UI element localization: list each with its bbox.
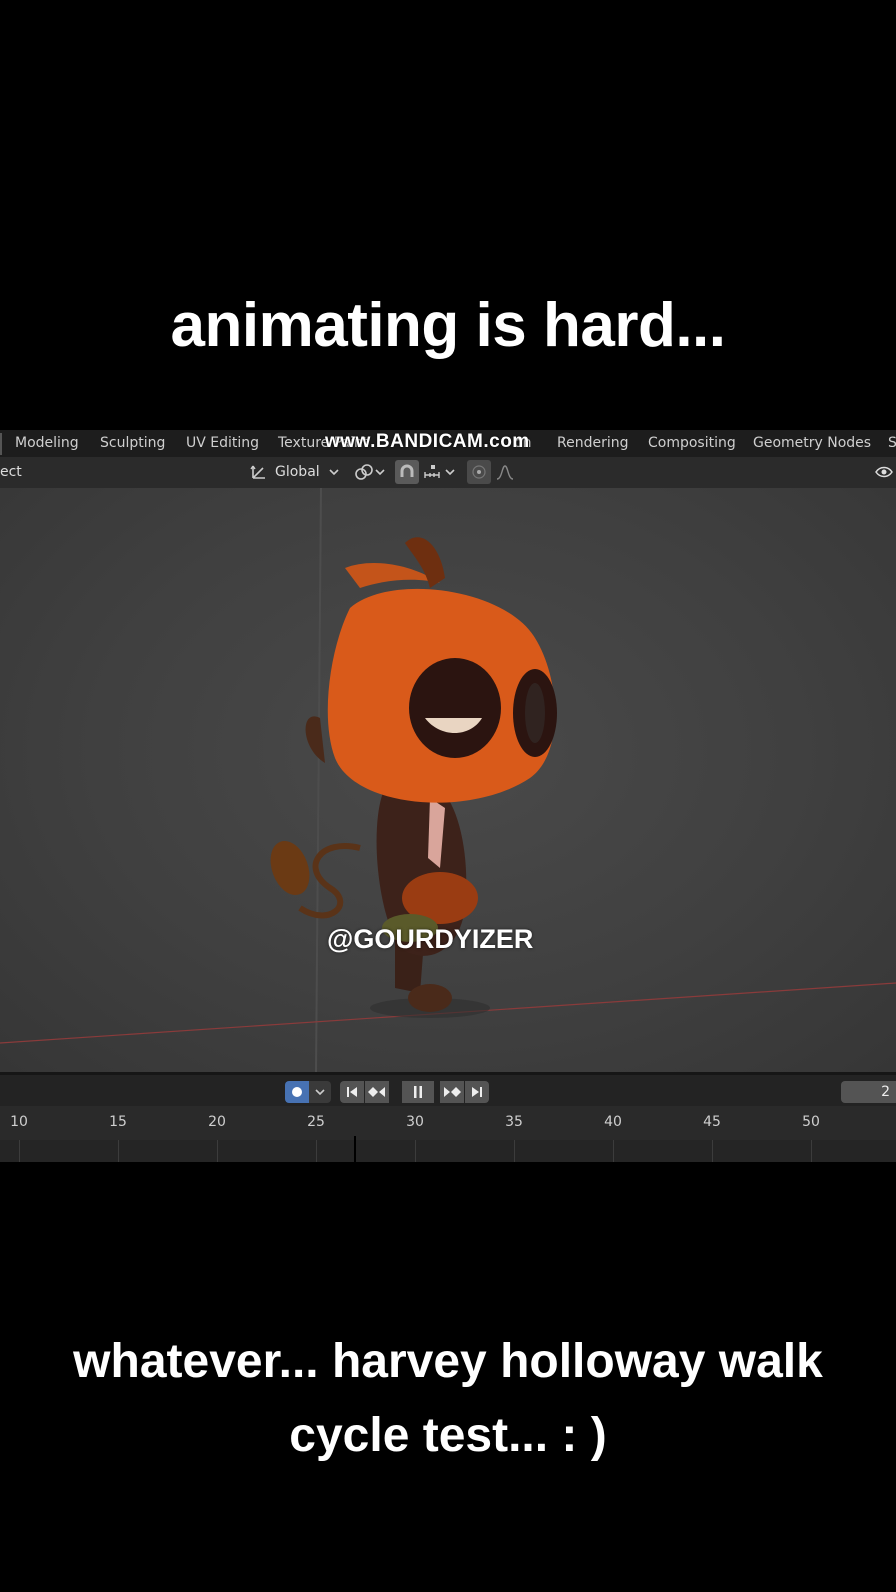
next-keyframe-icon [444,1087,461,1097]
pivot-link-icon[interactable] [353,461,375,483]
top-caption: animating is hard... [170,291,727,360]
tab-edge [0,433,2,455]
tab-scripting[interactable]: S [888,435,896,451]
tab-rendering[interactable]: Rendering [557,435,629,451]
tick-line [514,1140,515,1162]
chevron-down-icon[interactable] [444,461,456,483]
prev-keyframe-button[interactable] [365,1081,389,1103]
jump-start-button[interactable] [340,1081,364,1103]
tick-label: 25 [307,1114,325,1130]
tick-line [811,1140,812,1162]
pause-icon [414,1086,422,1098]
playhead[interactable] [354,1136,356,1162]
visibility-eye-icon[interactable] [872,461,896,483]
record-icon [292,1087,302,1097]
jump-start-icon [347,1087,357,1097]
next-keyframe-button[interactable] [440,1081,464,1103]
chevron-down-icon [315,1089,325,1096]
chevron-down-icon[interactable] [327,461,341,483]
blender-window: Modeling Sculpting UV Editing Texture Pa… [0,430,896,1162]
tick-label: 20 [208,1114,226,1130]
tick-label: 50 [802,1114,820,1130]
tick-label: 15 [109,1114,127,1130]
z-axis-line [315,488,322,1072]
select-menu[interactable]: ect [0,464,22,480]
tick-line [316,1140,317,1162]
tab-compositing[interactable]: Compositing [648,435,736,451]
frame-ruler[interactable]: 10 15 20 25 30 35 40 45 50 [0,1106,896,1162]
snap-increment-icon[interactable] [421,461,443,483]
proportional-edit-icon [468,461,490,483]
tick-label: 10 [10,1114,28,1130]
jump-end-icon [472,1087,482,1097]
jump-end-button[interactable] [465,1081,489,1103]
orientation-dropdown[interactable]: Global [275,464,320,480]
tab-sculpting[interactable]: Sculpting [100,435,165,451]
tick-line [217,1140,218,1162]
tab-geometry-nodes[interactable]: Geometry Nodes [753,435,871,451]
bandicam-watermark: www.BANDICAM.com [325,431,530,452]
tick-line [712,1140,713,1162]
timeline-editor: 2 10 15 20 25 30 35 40 45 50 [0,1072,896,1162]
bottom-caption: whatever... harvey holloway walk cycle t… [73,1335,823,1462]
playback-controls: 2 [0,1072,896,1109]
tick-line [118,1140,119,1162]
record-options-button[interactable] [309,1081,331,1103]
tick-line [415,1140,416,1162]
chevron-down-icon[interactable] [374,461,386,483]
scene-render [0,488,896,1072]
falloff-curve-icon[interactable] [494,461,516,483]
3d-viewport[interactable]: @GOURDYIZER [0,488,896,1072]
pause-button[interactable] [402,1081,434,1103]
keyframe-track [0,1140,896,1162]
tab-modeling[interactable]: Modeling [15,435,79,451]
creator-handle-overlay: @GOURDYIZER [327,924,534,954]
tick-line [19,1140,20,1162]
viewport-header: ect Global [0,457,896,488]
tick-label: 45 [703,1114,721,1130]
tick-label: 40 [604,1114,622,1130]
snap-magnet-icon [396,461,418,483]
workspace-tab-bar: Modeling Sculpting UV Editing Texture Pa… [0,430,896,457]
record-button[interactable] [285,1081,309,1103]
tab-uv-editing[interactable]: UV Editing [186,435,259,451]
tick-line [613,1140,614,1162]
prev-keyframe-icon [368,1087,385,1097]
tick-label: 35 [505,1114,523,1130]
tick-label: 30 [406,1114,424,1130]
current-frame-field[interactable]: 2 [841,1081,896,1103]
transform-orientation-icon[interactable] [248,461,270,483]
